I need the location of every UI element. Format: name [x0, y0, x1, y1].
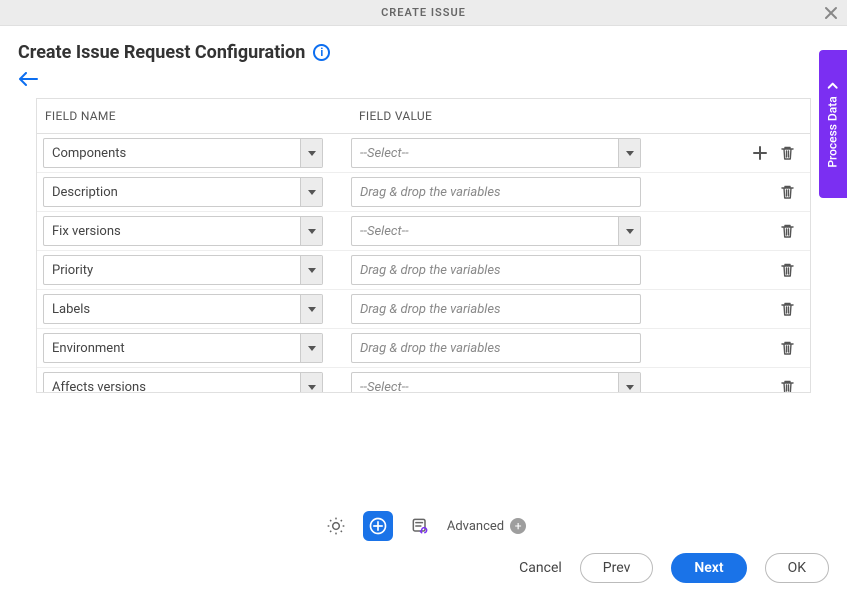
dialog-header: CREATE ISSUE — [0, 0, 847, 26]
dialog-footer: Cancel Prev Next OK — [0, 553, 847, 583]
field-value-input[interactable] — [351, 177, 641, 207]
delete-row-icon[interactable] — [779, 301, 796, 318]
page-title: Create Issue Request Configuration — [18, 42, 305, 63]
plus-circle-icon: + — [510, 518, 526, 534]
column-header-name: FIELD NAME — [37, 99, 351, 133]
prev-button[interactable]: Prev — [580, 553, 654, 583]
table-row: Description — [37, 173, 810, 212]
field-name-value: Description — [44, 185, 300, 200]
field-name-value: Priority — [44, 263, 300, 278]
process-data-side-tab[interactable]: Process Data — [819, 50, 847, 198]
ok-button[interactable]: OK — [765, 553, 829, 583]
cancel-button[interactable]: Cancel — [519, 560, 562, 576]
delete-row-icon[interactable] — [779, 184, 796, 201]
field-name-value: Environment — [44, 341, 300, 356]
chevron-down-icon — [618, 373, 640, 392]
delete-row-icon[interactable] — [779, 379, 796, 393]
chevron-down-icon — [300, 373, 322, 392]
chevron-down-icon — [300, 334, 322, 362]
field-name-select[interactable]: Fix versions — [43, 216, 323, 246]
table-row: Fix versions --Select-- — [37, 212, 810, 251]
close-icon[interactable] — [823, 5, 839, 21]
info-icon[interactable]: i — [313, 44, 330, 61]
dialog-title: CREATE ISSUE — [381, 6, 466, 19]
field-name-select[interactable]: Environment — [43, 333, 323, 363]
field-value-placeholder: --Select-- — [352, 146, 618, 161]
field-name-select[interactable]: Affects versions — [43, 372, 323, 392]
field-value-select[interactable]: --Select-- — [351, 138, 641, 168]
advanced-toggle[interactable]: Advanced + — [447, 518, 526, 534]
bottom-toolbar: Advanced + — [0, 511, 847, 541]
delete-row-icon[interactable] — [779, 223, 796, 240]
delete-row-icon[interactable] — [779, 145, 796, 162]
chevron-down-icon — [300, 295, 322, 323]
back-arrow-icon[interactable] — [18, 72, 38, 86]
field-value-placeholder: --Select-- — [352, 380, 618, 393]
fields-table: FIELD NAME FIELD VALUE Components --Selec… — [36, 98, 811, 393]
side-tab-label: Process Data — [826, 96, 840, 167]
chevron-down-icon — [300, 217, 322, 245]
delete-row-icon[interactable] — [779, 262, 796, 279]
table-header: FIELD NAME FIELD VALUE — [37, 99, 810, 134]
column-header-value: FIELD VALUE — [351, 99, 641, 133]
table-row: Components --Select-- — [37, 134, 810, 173]
chevron-down-icon — [618, 139, 640, 167]
field-name-value: Fix versions — [44, 224, 300, 239]
advanced-label: Advanced — [447, 519, 504, 534]
field-name-select[interactable]: Priority — [43, 255, 323, 285]
add-circle-icon[interactable] — [363, 511, 393, 541]
table-row: Environment — [37, 329, 810, 368]
refresh-list-icon[interactable] — [405, 511, 435, 541]
field-value-input[interactable] — [351, 294, 641, 324]
next-button[interactable]: Next — [671, 553, 746, 583]
chevron-down-icon — [300, 178, 322, 206]
field-name-select[interactable]: Components — [43, 138, 323, 168]
field-value-select[interactable]: --Select-- — [351, 216, 641, 246]
chevron-right-icon — [828, 80, 838, 90]
field-name-select[interactable]: Labels — [43, 294, 323, 324]
field-name-value: Labels — [44, 302, 300, 317]
field-name-select[interactable]: Description — [43, 177, 323, 207]
table-row: Priority — [37, 251, 810, 290]
table-row: Affects versions --Select-- — [37, 368, 810, 392]
settings-icon[interactable] — [321, 511, 351, 541]
table-row: Labels — [37, 290, 810, 329]
chevron-down-icon — [300, 256, 322, 284]
field-name-value: Components — [44, 146, 300, 161]
field-value-input[interactable] — [351, 255, 641, 285]
field-value-input[interactable] — [351, 333, 641, 363]
delete-row-icon[interactable] — [779, 340, 796, 357]
field-name-value: Affects versions — [44, 380, 300, 393]
field-value-placeholder: --Select-- — [352, 224, 618, 239]
field-value-select[interactable]: --Select-- — [351, 372, 641, 392]
add-row-icon[interactable] — [751, 144, 769, 162]
chevron-down-icon — [618, 217, 640, 245]
chevron-down-icon — [300, 139, 322, 167]
